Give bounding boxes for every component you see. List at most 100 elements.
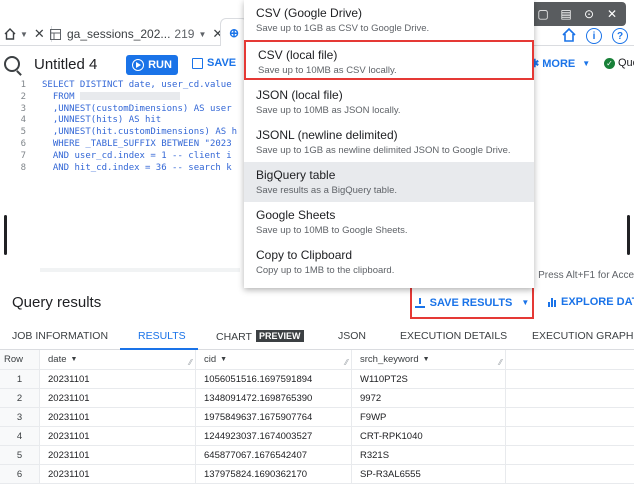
menu-item-google-sheets[interactable]: Google Sheets Save up to 10MB to Google … [244, 202, 534, 242]
chevron-down-icon: ▼ [220, 356, 228, 363]
cell-date: 20231101 [40, 446, 196, 464]
menu-item-json-local-file[interactable]: JSON (local file) Save up to 10MB as JSO… [244, 82, 534, 122]
line-number: 3 [20, 103, 26, 114]
explore-label: EXPLORE DATA [561, 296, 634, 308]
menu-item-desc: Save up to 10MB as CSV locally. [258, 65, 397, 76]
menu-item-bigquery-table[interactable]: BigQuery table Save results as a BigQuer… [244, 162, 534, 202]
tab-execution-graph[interactable]: EXECUTION GRAPH [532, 330, 634, 342]
code-line: ,UNNEST(hits) AS hit [42, 115, 162, 126]
menu-item-desc: Save up to 1GB as newline delimited JSON… [256, 145, 511, 156]
line-number: 2 [20, 91, 26, 102]
tab-execution-details[interactable]: EXECUTION DETAILS [400, 330, 507, 342]
menu-item-desc: Save results as a BigQuery table. [256, 185, 397, 196]
menu-item-desc: Save up to 10MB as JSON locally. [256, 105, 401, 116]
cell-cid: 1056051516.1697591894 [196, 370, 352, 388]
code-line: ,UNNEST(customDimensions) AS user [42, 103, 232, 114]
menu-item-csv-local-file[interactable]: CSV (local file) Save up to 10MB as CSV … [244, 40, 534, 80]
table-row[interactable]: 6 20231101 137975824.1690362170 SP-R3AL6… [0, 465, 634, 484]
chevron-down-icon: ▼ [198, 29, 207, 39]
info-icon[interactable]: i [586, 28, 602, 44]
chevron-down-icon: ▼ [521, 298, 530, 307]
tab-chart[interactable]: CHART PREVIEW [216, 330, 304, 343]
line-number: 7 [20, 150, 26, 161]
editor-title[interactable]: Untitled 4 [34, 56, 97, 73]
column-header-label: srch_keyword [360, 354, 419, 365]
row-number: 2 [0, 389, 40, 407]
column-header-label: cid [204, 354, 217, 365]
line-number: 1 [20, 80, 26, 90]
row-number: 5 [0, 446, 40, 464]
chevron-down-icon: ▼ [422, 356, 430, 363]
column-header-srch-keyword[interactable]: srch_keyword ▼ ⁄⁄ [352, 350, 506, 369]
code-line: WHERE _TABLE_SUFFIX BETWEEN "2023 [42, 138, 232, 149]
query-results-title: Query results [12, 294, 102, 311]
resize-icon[interactable]: ⁄⁄ [345, 358, 348, 367]
save-results-menu: CSV (Google Drive) Save up to 1GB as CSV… [244, 0, 534, 288]
menu-item-csv-google-drive[interactable]: CSV (Google Drive) Save up to 1GB as CSV… [244, 0, 534, 40]
cell-cid: 137975824.1690362170 [196, 465, 352, 483]
column-header-date[interactable]: date ▼ ⁄⁄ [40, 350, 196, 369]
code-text: FROM [42, 91, 75, 102]
query-icon [4, 56, 20, 72]
chat-icon[interactable]: ▢ [533, 4, 553, 24]
explore-data-button[interactable]: EXPLORE DATA [548, 296, 634, 308]
table-row[interactable]: 5 20231101 645877067.1676542407 R321S [0, 446, 634, 465]
download-icon[interactable]: ⊙ [579, 4, 599, 24]
menu-item-title: JSON (local file) [256, 88, 343, 102]
menu-item-jsonl[interactable]: JSONL (newline delimited) Save up to 1GB… [244, 122, 534, 162]
menu-item-title: Google Sheets [256, 208, 336, 222]
cell-date: 20231101 [40, 370, 196, 388]
more-label: MORE [542, 57, 576, 70]
code-line: ,UNNEST(hit.customDimensions) AS h [42, 127, 238, 138]
cell-srch-keyword: R321S [352, 446, 506, 464]
code-lines[interactable]: SELECT DISTINCT date, user_cd.value FROM… [42, 80, 242, 174]
panel-icon[interactable]: ▤ [556, 4, 576, 24]
save-results-button[interactable]: SAVE RESULTS ▼ [410, 286, 534, 319]
tab-job-information[interactable]: JOB INFORMATION [12, 330, 108, 342]
tab-ga-sessions[interactable]: ga_sessions_202... 219 ▼ ✕ [50, 22, 223, 46]
menu-item-title: JSONL (newline delimited) [256, 128, 398, 142]
panel-resize-handle-right[interactable] [627, 215, 630, 255]
panel-resize-handle-left[interactable] [4, 215, 7, 255]
more-button[interactable]: ✱ MORE ▼ [530, 57, 591, 71]
help-icon[interactable]: ? [612, 28, 628, 44]
run-button[interactable]: RUN [126, 55, 178, 75]
table-row[interactable]: 4 20231101 1244923037.1674003527 CRT-RPK… [0, 427, 634, 446]
cell-date: 20231101 [40, 465, 196, 483]
cell-cid: 1348091472.1698765390 [196, 389, 352, 407]
resize-icon[interactable]: ⁄⁄ [189, 358, 192, 367]
row-number: 4 [0, 427, 40, 445]
menu-item-title: BigQuery table [256, 168, 336, 182]
close-icon[interactable]: ✕ [602, 4, 622, 24]
tab-results[interactable]: RESULTS [138, 330, 186, 342]
table-row[interactable]: 2 20231101 1348091472.1698765390 9972 [0, 389, 634, 408]
cell-cid: 1244923037.1674003527 [196, 427, 352, 445]
table-row[interactable]: 3 20231101 1975849637.1675907764 F9WP [0, 408, 634, 427]
tab-label-suffix: 219 [174, 27, 195, 41]
column-header-label: date [48, 354, 67, 365]
resize-icon[interactable]: ⁄⁄ [499, 358, 502, 367]
download-icon [414, 297, 425, 308]
play-icon [132, 59, 145, 71]
accessibility-hint: Press Alt+F1 for Acce [538, 270, 634, 281]
line-number: 4 [20, 115, 26, 126]
horizontal-scrollbar[interactable] [40, 268, 240, 272]
table-row[interactable]: 1 20231101 1056051516.1697591894 W110PT2… [0, 370, 634, 389]
query-status: ✓ Que [604, 57, 634, 69]
chevron-down-icon: ▼ [70, 356, 78, 363]
menu-item-desc: Copy up to 1MB to the clipboard. [256, 265, 395, 276]
column-header-cid[interactable]: cid ▼ ⁄⁄ [196, 350, 352, 369]
line-number: 5 [20, 127, 26, 138]
tab-json[interactable]: JSON [338, 330, 366, 342]
chevron-down-icon: ▼ [582, 59, 591, 68]
table-header-row: Row date ▼ ⁄⁄ cid ▼ ⁄⁄ srch_keyword ▼ ⁄⁄ [0, 350, 634, 370]
cell-srch-keyword: F9WP [352, 408, 506, 426]
code-line: SELECT DISTINCT date, user_cd.value [42, 80, 232, 90]
row-number: 3 [0, 408, 40, 426]
save-results-label: SAVE RESULTS [429, 296, 513, 309]
home-icon[interactable] [562, 28, 576, 42]
menu-item-copy-to-clipboard[interactable]: Copy to Clipboard Copy up to 1MB to the … [244, 242, 534, 282]
close-icon[interactable]: ✕ [34, 26, 45, 42]
menu-item-title: CSV (Google Drive) [256, 6, 363, 20]
line-number: 6 [20, 138, 26, 149]
